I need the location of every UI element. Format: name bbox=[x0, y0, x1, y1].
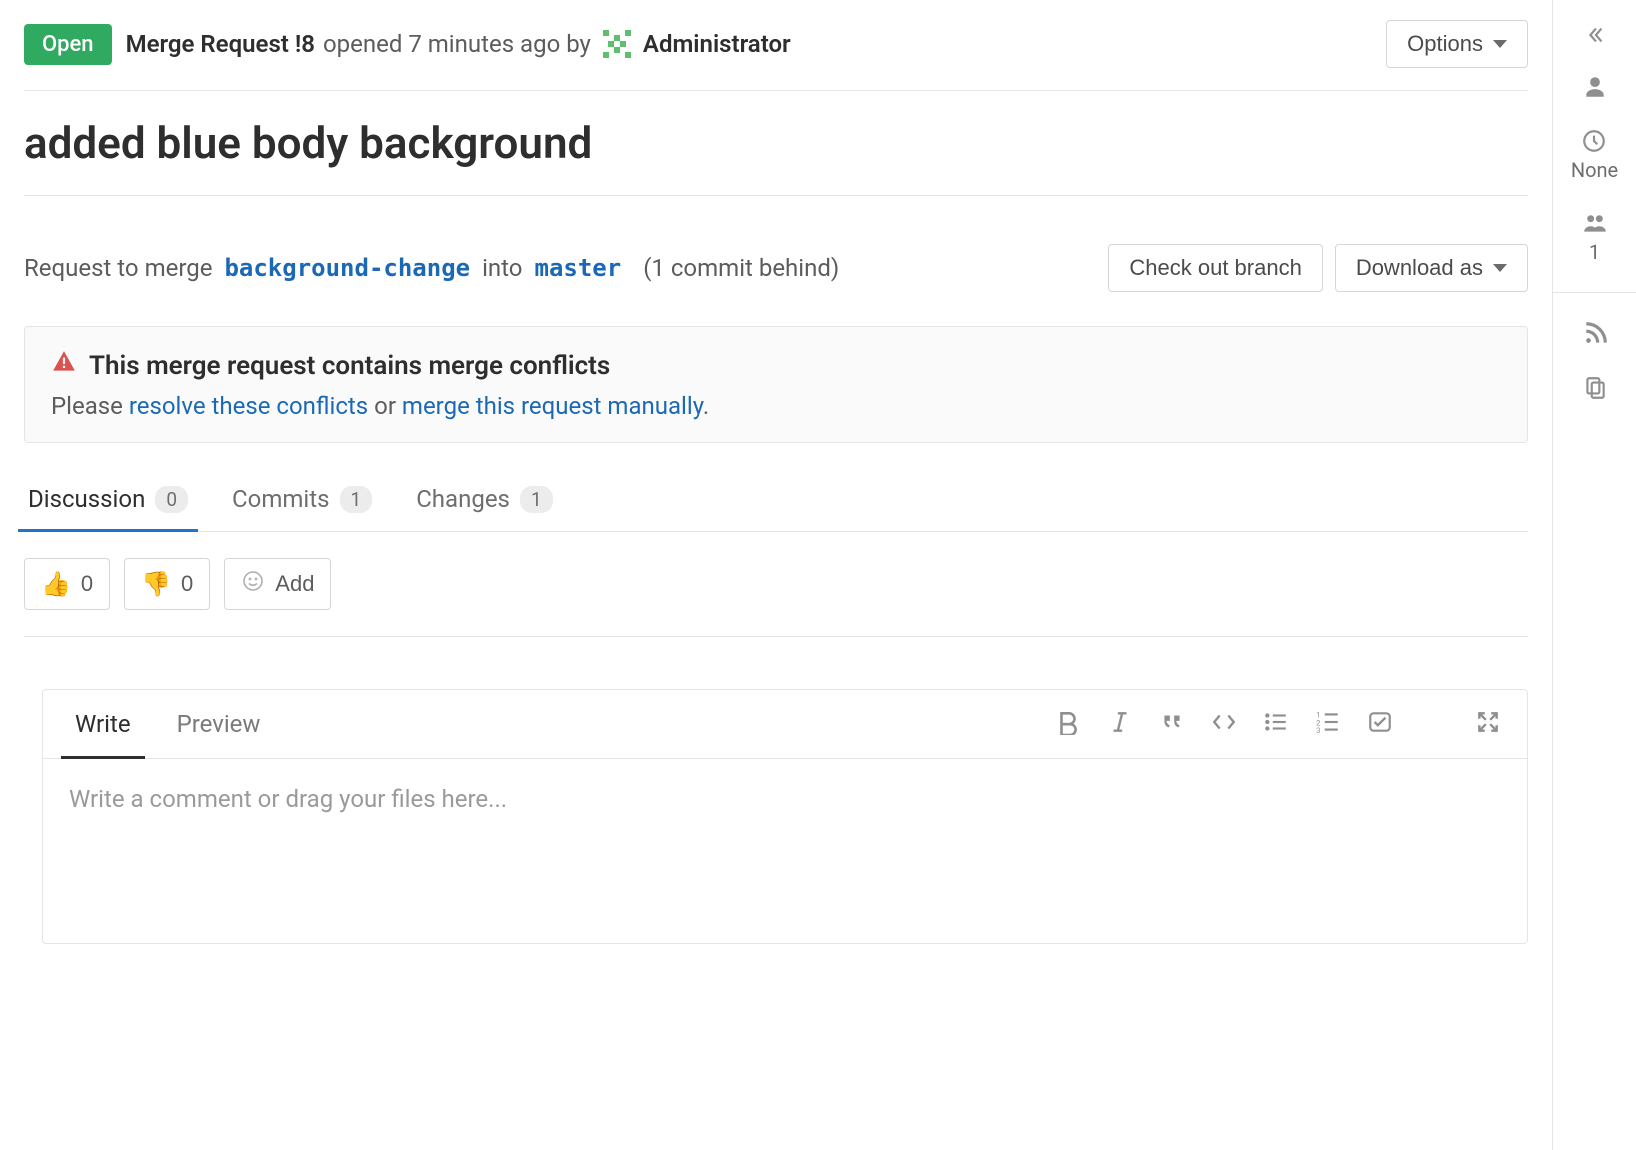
fullscreen-icon[interactable] bbox=[1475, 709, 1501, 739]
add-reaction-button[interactable]: Add bbox=[224, 558, 331, 610]
mr-tabs: Discussion 0 Commits 1 Changes 1 bbox=[24, 469, 1528, 532]
thumbs-down-count: 0 bbox=[181, 571, 193, 597]
thumbs-down-button[interactable]: 👎 0 bbox=[124, 558, 210, 610]
comment-textarea[interactable] bbox=[43, 759, 1527, 939]
behind-text: (1 commit behind) bbox=[643, 254, 839, 282]
comment-box: Write Preview 123 bbox=[42, 689, 1528, 944]
milestone-section[interactable]: None bbox=[1571, 128, 1618, 182]
tab-changes-label: Changes bbox=[416, 485, 510, 513]
assignee-section[interactable] bbox=[1582, 74, 1608, 100]
tab-commits-count: 1 bbox=[340, 486, 373, 513]
status-badge: Open bbox=[24, 24, 112, 65]
svg-text:3: 3 bbox=[1316, 726, 1320, 735]
thumbs-down-icon: 👎 bbox=[141, 570, 171, 599]
caret-down-icon bbox=[1493, 264, 1507, 272]
options-button[interactable]: Options bbox=[1386, 20, 1528, 68]
right-sidebar: None 1 bbox=[1552, 0, 1636, 1150]
users-icon bbox=[1582, 210, 1608, 236]
reactions-row: 👍 0 👎 0 Add bbox=[24, 532, 1528, 637]
tab-commits[interactable]: Commits 1 bbox=[228, 469, 376, 531]
download-as-button[interactable]: Download as bbox=[1335, 244, 1528, 292]
comment-body bbox=[43, 759, 1527, 943]
conflict-period: . bbox=[703, 392, 709, 420]
mr-meta: Merge Request !8 opened 7 minutes ago by… bbox=[126, 26, 791, 62]
resolve-conflicts-link[interactable]: resolve these conflicts bbox=[129, 392, 368, 420]
conflict-box: This merge request contains merge confli… bbox=[24, 326, 1528, 443]
checkout-branch-label: Check out branch bbox=[1129, 255, 1301, 281]
mr-id: Merge Request !8 bbox=[126, 30, 315, 58]
rss-icon bbox=[1582, 321, 1608, 347]
bullet-list-icon[interactable] bbox=[1263, 709, 1289, 739]
download-as-label: Download as bbox=[1356, 255, 1483, 281]
conflict-heading: This merge request contains merge confli… bbox=[51, 349, 1501, 382]
tab-discussion[interactable]: Discussion 0 bbox=[24, 469, 192, 531]
author-avatar[interactable] bbox=[599, 26, 635, 62]
tab-changes[interactable]: Changes 1 bbox=[412, 469, 556, 531]
thumbs-up-icon: 👍 bbox=[41, 570, 71, 599]
tab-discussion-label: Discussion bbox=[28, 485, 145, 513]
quote-icon[interactable] bbox=[1159, 709, 1185, 739]
options-label: Options bbox=[1407, 31, 1483, 57]
author-name[interactable]: Administrator bbox=[643, 30, 791, 58]
comment-tab-preview[interactable]: Preview bbox=[171, 690, 267, 758]
request-to-merge-text: Request to merge bbox=[24, 254, 212, 282]
numbered-list-icon[interactable]: 123 bbox=[1315, 709, 1341, 739]
opened-text: opened 7 minutes ago by bbox=[323, 30, 591, 58]
comment-tabs: Write Preview 123 bbox=[43, 690, 1527, 759]
clock-icon bbox=[1581, 128, 1607, 154]
notifications-section[interactable] bbox=[1582, 321, 1608, 347]
comment-toolbar: 123 bbox=[1055, 709, 1501, 739]
target-branch[interactable]: master bbox=[535, 254, 622, 282]
milestone-none-label: None bbox=[1571, 158, 1618, 182]
conflict-or: or bbox=[374, 392, 396, 420]
warning-icon bbox=[51, 349, 77, 382]
mr-header: Open Merge Request !8 opened 7 minutes a… bbox=[24, 20, 1528, 91]
participants-count: 1 bbox=[1589, 240, 1600, 264]
reference-section[interactable] bbox=[1582, 375, 1608, 401]
merge-info-row: Request to merge background-change into … bbox=[24, 196, 1528, 320]
smiley-icon bbox=[241, 569, 265, 599]
collapse-sidebar-button[interactable] bbox=[1584, 24, 1606, 46]
tab-changes-count: 1 bbox=[520, 486, 553, 513]
task-list-icon[interactable] bbox=[1367, 709, 1393, 739]
source-branch[interactable]: background-change bbox=[224, 254, 470, 282]
thumbs-up-count: 0 bbox=[81, 571, 93, 597]
participants-section[interactable]: 1 bbox=[1582, 210, 1608, 264]
bold-icon[interactable] bbox=[1055, 709, 1081, 739]
add-reaction-label: Add bbox=[275, 571, 314, 597]
checkout-branch-button[interactable]: Check out branch bbox=[1108, 244, 1322, 292]
conflict-please: Please bbox=[51, 392, 123, 420]
mr-title: added blue body background bbox=[24, 91, 1528, 196]
user-icon bbox=[1582, 74, 1608, 100]
thumbs-up-button[interactable]: 👍 0 bbox=[24, 558, 110, 610]
tab-commits-label: Commits bbox=[232, 485, 329, 513]
conflict-heading-text: This merge request contains merge confli… bbox=[89, 351, 610, 381]
code-icon[interactable] bbox=[1211, 709, 1237, 739]
copy-icon bbox=[1582, 375, 1608, 401]
italic-icon[interactable] bbox=[1107, 709, 1133, 739]
into-text: into bbox=[482, 254, 522, 282]
caret-down-icon bbox=[1493, 40, 1507, 48]
conflict-body: Please resolve these conflicts or merge … bbox=[51, 392, 1501, 420]
comment-tab-write[interactable]: Write bbox=[69, 690, 137, 758]
tab-discussion-count: 0 bbox=[155, 486, 188, 513]
merge-manually-link[interactable]: merge this request manually bbox=[402, 392, 703, 420]
